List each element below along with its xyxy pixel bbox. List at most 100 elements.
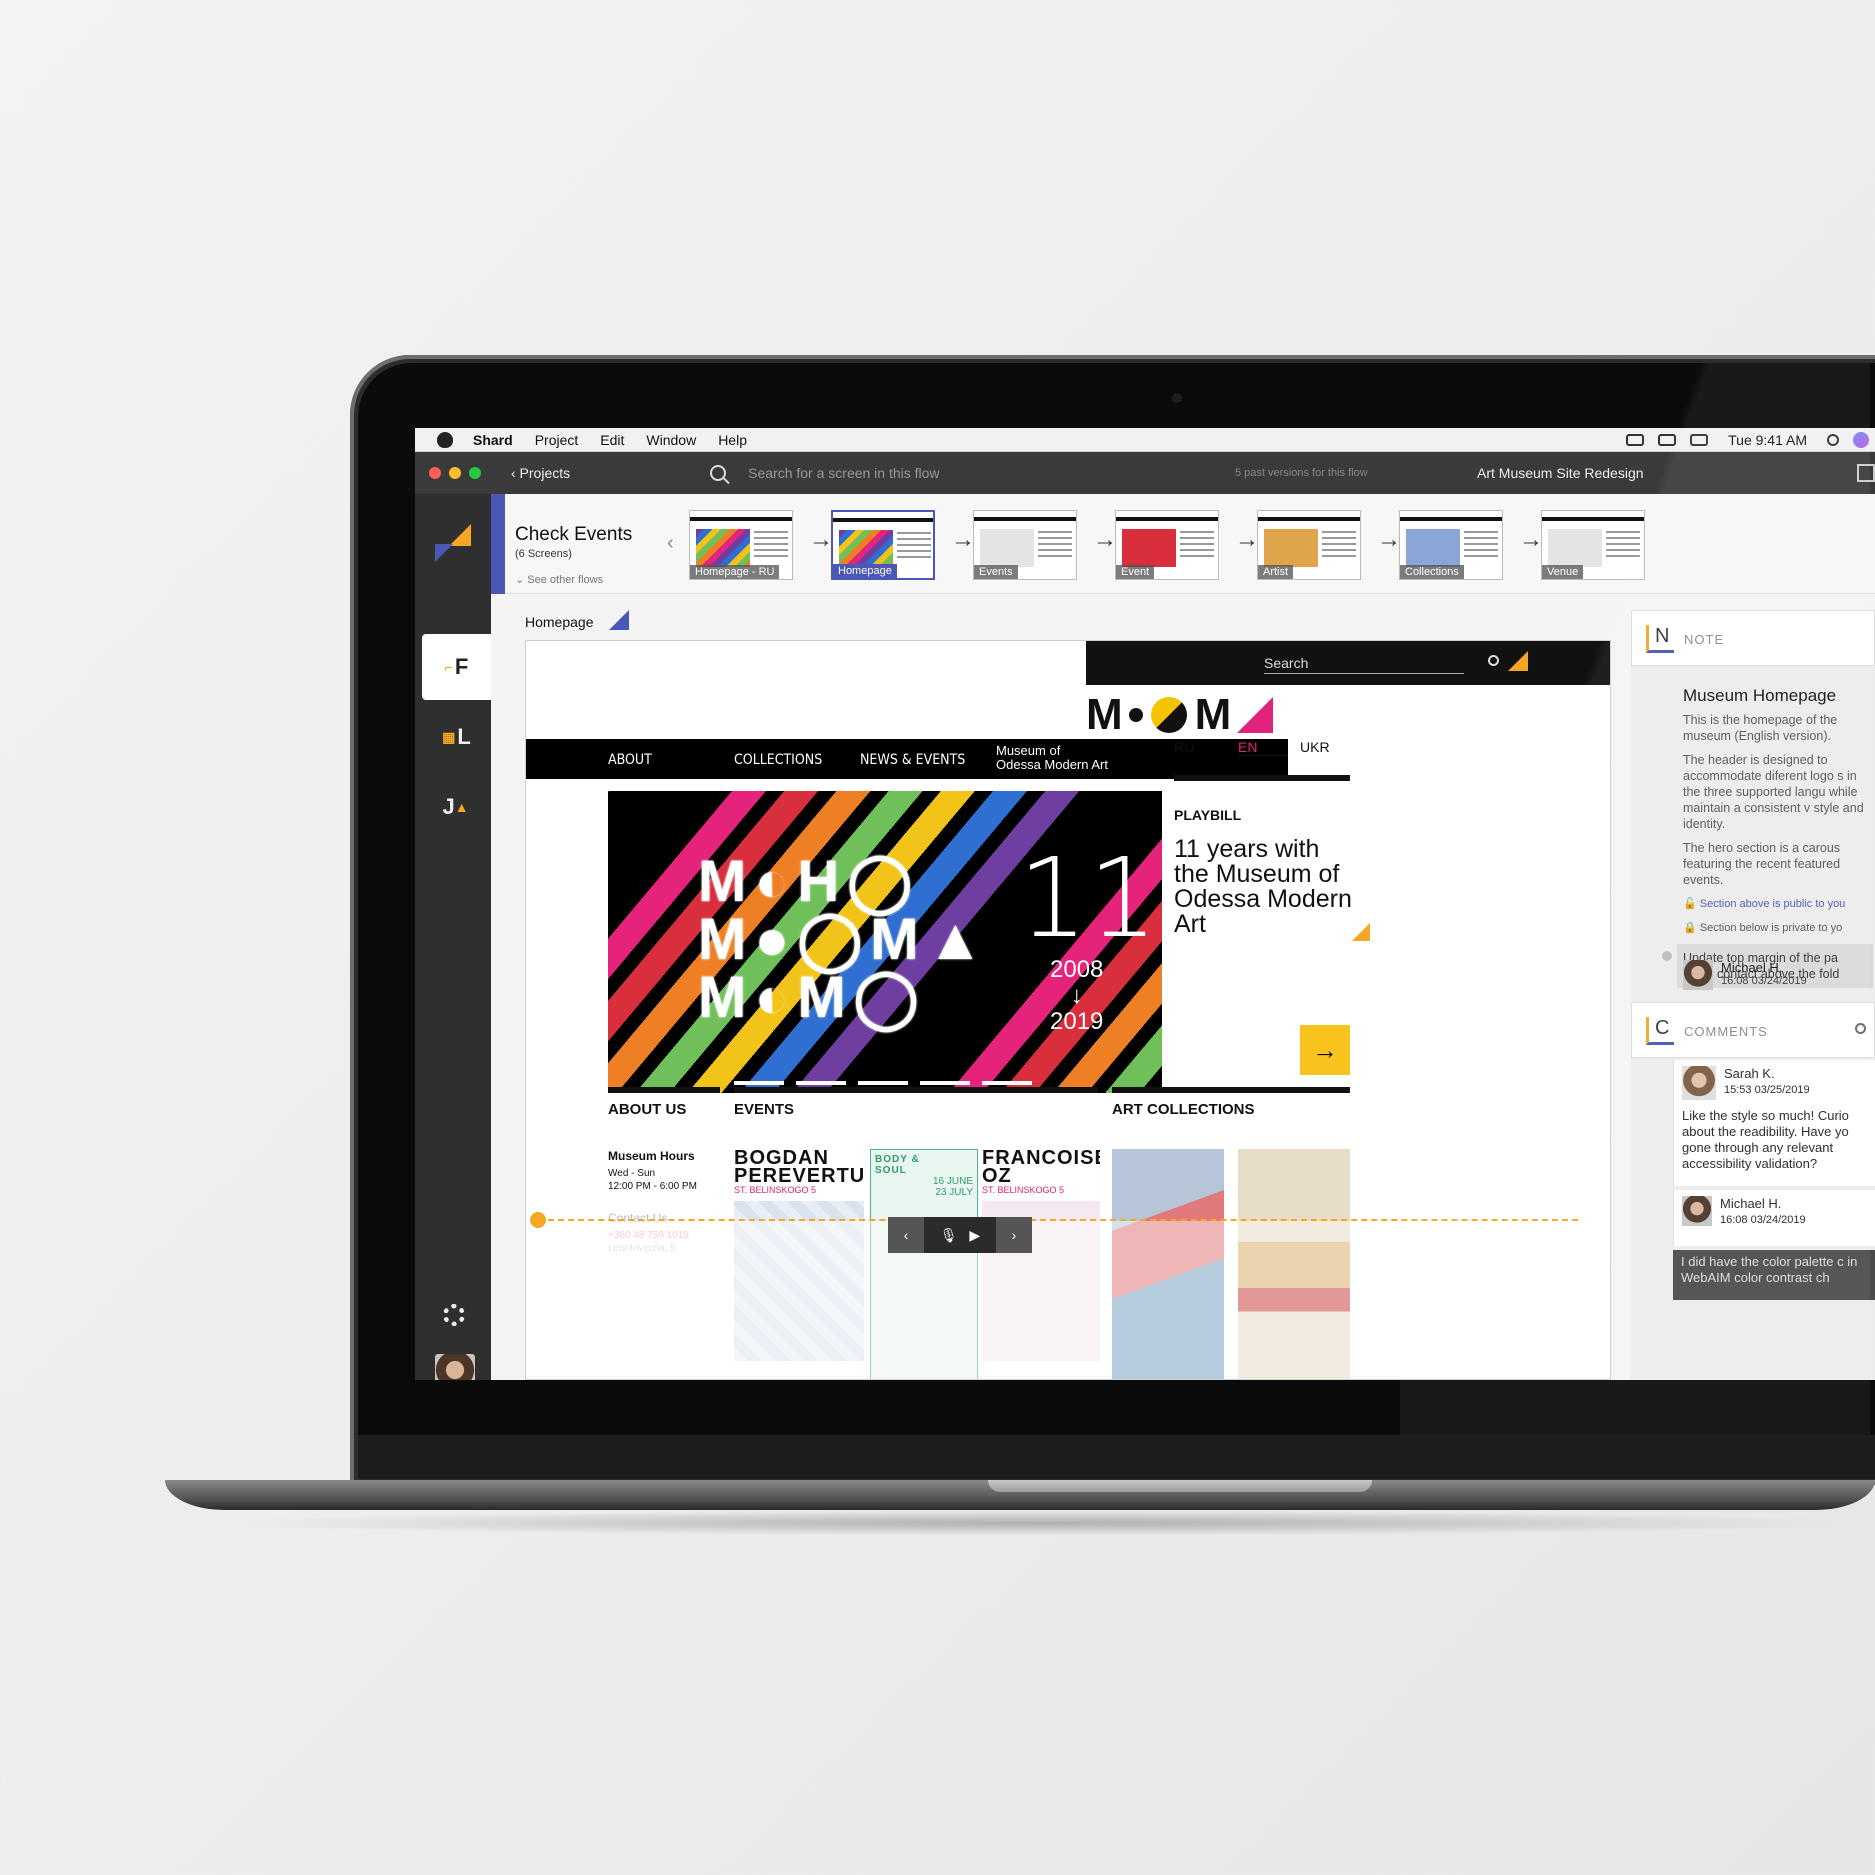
section-events: EVENTS bbox=[734, 1101, 795, 1118]
menu-status-area: Tue 9:41 AM bbox=[1626, 428, 1875, 452]
airplay-icon[interactable] bbox=[1626, 434, 1645, 446]
lang-ukr[interactable]: UKR bbox=[1300, 739, 1330, 755]
site-topbar: Search bbox=[1086, 641, 1610, 685]
microphone-icon[interactable]: 🎙 bbox=[940, 1227, 958, 1244]
search-icon[interactable] bbox=[710, 465, 727, 481]
flow-screen-thumb[interactable]: Collections bbox=[1399, 510, 1503, 580]
menu-app-name[interactable]: Shard bbox=[473, 432, 513, 448]
museum-logo: MM bbox=[1086, 693, 1274, 737]
lang-en[interactable]: EN bbox=[1238, 739, 1288, 756]
window-controls bbox=[421, 467, 481, 479]
nav-about[interactable]: ABOUT bbox=[608, 752, 652, 768]
comment-item[interactable]: Michael H. 16:08 03/24/2019 bbox=[1673, 1190, 1875, 1246]
wifi-icon[interactable] bbox=[1658, 434, 1677, 446]
menu-project[interactable]: Project bbox=[535, 432, 579, 448]
hero-next-arrow-icon[interactable]: → bbox=[1300, 1025, 1350, 1075]
flow-bar: Check Events (6 Screens) ⌄ See other flo… bbox=[491, 494, 1875, 594]
comment-item[interactable]: Sarah K. 15:53 03/25/2019 Like the style … bbox=[1673, 1060, 1875, 1186]
hero-years: 2008 ↓ 2019 bbox=[1050, 956, 1104, 1035]
flow-screen-thumb[interactable]: Artist bbox=[1257, 510, 1361, 580]
site-search-input[interactable]: Search bbox=[1264, 655, 1464, 674]
lang-ru[interactable]: RU bbox=[1174, 739, 1194, 755]
close-window-button[interactable] bbox=[429, 467, 441, 479]
screen-search-input[interactable]: Search for a screen in this flow bbox=[748, 465, 939, 481]
annotation-flag-icon[interactable] bbox=[1352, 923, 1370, 941]
zoom-window-button[interactable] bbox=[469, 467, 481, 479]
flow-screen-thumb[interactable]: Homepage - RU bbox=[689, 510, 793, 580]
flow-accent bbox=[491, 494, 505, 594]
menu-bar: Shard Project Edit Window Help Tue 9:41 … bbox=[415, 428, 1875, 452]
hero-number: 11 bbox=[1018, 834, 1158, 962]
player-prev-icon[interactable]: ‹ bbox=[888, 1217, 924, 1253]
flow-screen-count: (6 Screens) bbox=[515, 548, 572, 560]
play-icon[interactable]: ▶ bbox=[969, 1227, 980, 1244]
nav-collections[interactable]: COLLECTIONS bbox=[734, 752, 822, 768]
comments-header[interactable]: C COMMENTS bbox=[1631, 1002, 1875, 1058]
clock[interactable]: Tue 9:41 AM bbox=[1728, 432, 1807, 448]
museum-name: Museum of Odessa Modern Art bbox=[996, 743, 1108, 772]
section-art-collections: ART COLLECTIONS bbox=[1112, 1101, 1255, 1118]
version-history-link[interactable]: 5 past versions for this flow bbox=[1235, 467, 1368, 479]
comments-section-label: COMMENTS bbox=[1684, 1024, 1768, 1039]
app-sidebar: ⌐ F ▦ L J ▲ bbox=[415, 494, 491, 1380]
note-paragraph: This is the homepage of the museum (Engl… bbox=[1683, 713, 1838, 743]
website-preview[interactable]: Search MM ABOUT COLLECTIONS NEWS & EVENT… bbox=[525, 640, 1611, 1380]
journeys-icon: ▲ bbox=[454, 799, 469, 815]
flow-screen-thumb[interactable]: Events bbox=[973, 510, 1077, 580]
fold-handle[interactable] bbox=[530, 1212, 546, 1228]
camera bbox=[1172, 393, 1182, 403]
sidebar-tab-flows[interactable]: ⌐ F bbox=[422, 634, 491, 700]
player-next-icon[interactable]: › bbox=[996, 1217, 1032, 1253]
note-body: Museum Homepage This is the homepage of … bbox=[1677, 687, 1873, 996]
comments-icon: C bbox=[1646, 1017, 1674, 1045]
window-titlebar: ‹ Projects Search for a screen in this f… bbox=[415, 452, 1875, 494]
flow-arrow-icon: → bbox=[1235, 526, 1259, 553]
section-divider-handle[interactable] bbox=[1659, 948, 1675, 964]
flow-title: Check Events bbox=[515, 524, 633, 545]
annotation-flag-icon[interactable] bbox=[1508, 651, 1528, 671]
screen-flag-icon bbox=[609, 610, 629, 630]
volume-icon[interactable] bbox=[1690, 434, 1709, 446]
flow-screen-thumb-selected[interactable]: Homepage bbox=[831, 510, 935, 580]
flow-screen-thumb[interactable]: Event bbox=[1115, 510, 1219, 580]
siri-icon[interactable] bbox=[1853, 432, 1869, 448]
notes-panel: N NOTE Museum Homepage This is the homep… bbox=[1631, 610, 1875, 1380]
nav-news-events[interactable]: NEWS & EVENTS bbox=[860, 752, 965, 768]
spotlight-icon[interactable] bbox=[1827, 434, 1839, 446]
flow-prev-arrow-icon[interactable]: ‹ bbox=[667, 532, 674, 555]
menu-window[interactable]: Window bbox=[646, 432, 696, 448]
menu-edit[interactable]: Edit bbox=[600, 432, 624, 448]
hero-logo-art: M◐H◯ M●◯M▲ M◐M◯ bbox=[698, 849, 992, 1030]
comment-reply[interactable]: I did have the color palette c in WebAIM… bbox=[1673, 1250, 1875, 1300]
note-paragraph: The header is designed to accommodate di… bbox=[1683, 753, 1864, 831]
settings-gear-icon[interactable] bbox=[443, 1304, 465, 1326]
note-header[interactable]: N NOTE bbox=[1631, 610, 1875, 666]
see-other-flows-link[interactable]: ⌄ See other flows bbox=[515, 573, 603, 586]
avatar bbox=[1682, 1066, 1716, 1100]
back-to-projects-link[interactable]: ‹ Projects bbox=[511, 465, 570, 481]
hero-carousel[interactable]: M◐H◯ M●◯M▲ M◐M◯ 11 2008 ↓ 2019 bbox=[608, 791, 1162, 1093]
app-logo bbox=[435, 524, 471, 562]
divider bbox=[1112, 1087, 1350, 1093]
flows-icon: ⌐ bbox=[444, 659, 453, 675]
carousel-dots[interactable] bbox=[734, 1081, 1032, 1085]
site-search-icon[interactable] bbox=[1488, 655, 1499, 666]
share-icon[interactable] bbox=[1857, 464, 1875, 482]
layouts-icon: ▦ bbox=[442, 728, 456, 745]
museum-hours: Wed - Sun 12:00 PM - 6:00 PM bbox=[608, 1168, 697, 1192]
playbill-label: PLAYBILL bbox=[1174, 807, 1242, 823]
note-section-label: NOTE bbox=[1684, 632, 1725, 647]
note-paragraph: The hero section is a carous featuring t… bbox=[1683, 841, 1841, 887]
laptop-shadow bbox=[210, 1510, 1870, 1536]
flow-screen-thumb[interactable]: Venue bbox=[1541, 510, 1645, 580]
laptop-notch bbox=[988, 1480, 1372, 1492]
user-avatar[interactable] bbox=[435, 1354, 475, 1380]
sidebar-tab-journeys[interactable]: J ▲ bbox=[422, 774, 491, 840]
comments-search-icon[interactable] bbox=[1855, 1023, 1866, 1034]
section-about-us: ABOUT US bbox=[608, 1101, 687, 1118]
minimize-window-button[interactable] bbox=[449, 467, 461, 479]
flow-arrow-icon: → bbox=[809, 526, 833, 553]
apple-icon[interactable] bbox=[437, 431, 453, 448]
sidebar-tab-layouts[interactable]: ▦ L bbox=[422, 704, 491, 770]
menu-help[interactable]: Help bbox=[718, 432, 747, 448]
